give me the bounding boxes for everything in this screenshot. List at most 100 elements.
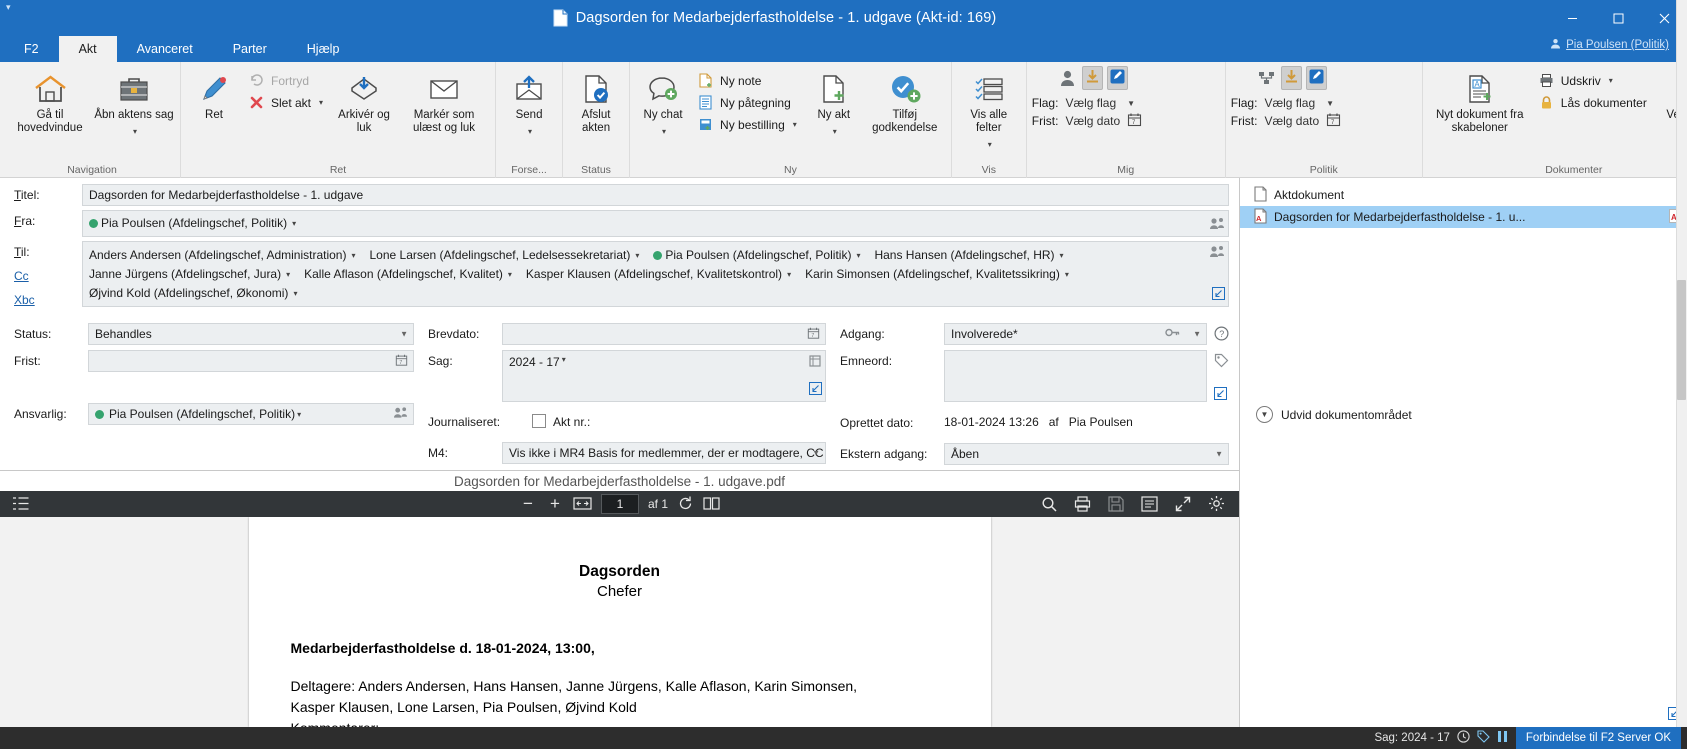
recipient-chip[interactable]: Kasper Klausen (Afdelingschef, Kvalitets… [526,265,791,284]
annotate-icon[interactable] [1141,496,1158,512]
chevron-down-icon[interactable]: ▾ [1060,246,1064,265]
calendar-icon[interactable]: 7 [395,354,408,369]
finish-record-button[interactable]: Afslut akten [568,66,624,142]
quick-access-toolbar-icon[interactable]: ▾ [6,2,11,13]
chevron-down-icon[interactable]: ▼ [1215,450,1223,459]
new-annotation-button[interactable]: Ny påtegning [693,92,804,113]
til-input[interactable]: Anders Andersen (Afdelingschef, Administ… [82,241,1229,307]
chevron-down-icon[interactable]: ▾ [286,265,290,284]
chevron-down-icon[interactable]: ▾ [528,125,532,138]
scrollbar-thumb[interactable] [1677,280,1686,400]
clock-icon[interactable] [1457,730,1470,746]
list-item[interactable]: A Dagsorden for Medarbejderfastholdelse … [1240,206,1687,228]
search-icon[interactable] [1041,496,1057,512]
case-picker-icon[interactable] [808,354,822,371]
chevron-down-icon[interactable]: ▼ [1193,330,1201,339]
minimize-button[interactable] [1549,0,1595,36]
mark-unread-and-close-button[interactable]: Markér som ulæst og luk [398,66,490,142]
sidebar-toggle-icon[interactable] [12,496,29,511]
chevron-down-icon[interactable]: ▾ [1609,76,1613,85]
printer-icon[interactable] [1074,496,1091,512]
zoom-out-button[interactable]: − [519,494,537,514]
new-chat-button[interactable]: Ny chat ▾ [635,66,691,142]
expand-document-area-button[interactable]: ▼ Udvid dokumentområdet [1240,398,1687,423]
recipient-chip[interactable]: Øjvind Kold (Afdelingschef, Økonomi) ▾ [89,284,297,303]
titel-input[interactable]: Dagsorden for Medarbejderfastholdelse - … [82,184,1229,206]
fra-input[interactable]: Pia Poulsen (Afdelingschef, Politik) ▾ [82,210,1229,237]
list-item[interactable]: Aktdokument [1240,184,1687,206]
vertical-scrollbar[interactable] [1676,0,1687,749]
brevdato-input[interactable]: 7 [502,323,826,345]
user-name[interactable]: Pia Poulsen (Politik) [1566,39,1669,51]
chevron-down-icon[interactable]: ▾ [297,410,301,419]
fit-page-icon[interactable] [573,496,592,511]
chevron-down-icon[interactable]: ▼ [400,330,408,339]
journaliseret-checkbox[interactable] [532,414,546,428]
tag-icon[interactable] [1477,730,1490,746]
chevron-down-icon[interactable]: ▾ [319,98,323,107]
new-order-button[interactable]: Ny bestilling ▾ [693,114,804,135]
contact-picker-icon[interactable] [1209,217,1225,231]
tab-f2[interactable]: F2 [4,36,59,62]
edit-square-icon[interactable] [1306,66,1327,90]
flag-download-icon[interactable] [1082,66,1103,90]
chevron-down-icon[interactable]: ▾ [292,214,296,233]
contact-picker-icon[interactable] [1209,245,1225,262]
cc-label[interactable]: Cc [14,259,82,283]
chevron-down-icon[interactable]: ▾ [787,265,791,284]
delete-record-button[interactable]: Slet akt ▾ [244,92,330,113]
recipient-chip[interactable]: Anders Andersen (Afdelingschef, Administ… [89,246,356,265]
lock-documents-button[interactable]: Lås dokumenter [1534,92,1654,113]
recipient-chip[interactable]: Hans Hansen (Afdelingschef, HR) ▾ [874,246,1063,265]
chevron-down-icon[interactable]: ▼ [1256,406,1273,423]
current-user-chip[interactable]: Pia Poulsen (Politik) [1550,38,1669,52]
edit-square-icon[interactable] [1107,66,1128,90]
frist-input[interactable]: 7 [88,350,414,372]
recipient-chip[interactable]: Kalle Aflason (Afdelingschef, Kvalitet) … [304,265,512,284]
chevron-down-icon[interactable]: ▾ [856,246,860,265]
tab-avanceret[interactable]: Avanceret [117,36,213,62]
new-record-button[interactable]: Ny akt ▾ [806,66,862,142]
tab-hjaelp[interactable]: Hjælp [287,36,360,62]
print-button[interactable]: Udskriv ▾ [1534,70,1654,91]
maximize-button[interactable] [1595,0,1641,36]
chevron-down-icon[interactable]: ▾ [793,120,797,129]
save-icon[interactable] [1108,496,1124,512]
rotate-icon[interactable] [677,495,694,512]
go-to-main-window-button[interactable]: Gå til hovedvindue [9,66,91,142]
sag-input[interactable]: 2024 - 17 ▾ [502,350,826,402]
chevron-down-icon[interactable]: ▾ [293,284,297,303]
chevron-down-icon[interactable]: ▾ [1065,265,1069,284]
ansvarlig-input[interactable]: Pia Poulsen (Afdelingschef, Politik) ▾ [88,403,414,425]
calendar-icon[interactable]: 7 [1326,112,1341,130]
chevron-down-icon[interactable]: ▾ [351,246,355,265]
archive-and-close-button[interactable]: Arkivér og luk [332,66,396,142]
edit-button[interactable]: Ret [186,66,242,142]
expand-field-icon[interactable] [1212,287,1225,303]
chevron-down-icon[interactable]: ▾ [133,125,137,138]
calendar-icon[interactable]: 7 [1127,112,1142,130]
page-number-input[interactable]: 1 [601,494,639,514]
chevron-down-icon[interactable]: ▼ [1127,99,1142,108]
adgang-select[interactable]: Involverede* ▼ [944,323,1207,345]
recipient-chip[interactable]: Karin Simonsen (Afdelingschef, Kvalitets… [805,265,1069,284]
page-layout-icon[interactable] [703,496,720,511]
chevron-down-icon[interactable]: ▼ [812,449,820,458]
calendar-icon[interactable]: 7 [807,327,820,342]
m4-select[interactable]: Vis ikke i MR4 Basis for medlemmer, der … [502,442,826,464]
new-note-button[interactable]: Ny note [693,70,804,91]
flag-download-icon[interactable] [1281,66,1302,90]
key-icon[interactable] [1165,326,1180,342]
open-case-button[interactable]: Åbn aktens sag ▾ [93,66,175,142]
status-select[interactable]: Behandles ▼ [88,323,414,345]
emneord-input[interactable] [944,350,1207,402]
undo-button[interactable]: Fortryd [244,70,330,91]
ekstern-adgang-select[interactable]: Åben ▼ [944,443,1229,465]
zoom-in-button[interactable]: + [546,494,564,514]
chevron-down-icon[interactable]: ▾ [562,355,566,364]
show-all-fields-button[interactable]: Vis alle felter ▾ [957,66,1021,152]
help-icon[interactable]: ? [1207,323,1229,344]
send-button[interactable]: Send ▾ [501,66,557,142]
settings-icon[interactable] [1208,495,1225,512]
recipient-chip[interactable]: Lone Larsen (Afdelingschef, Ledelsessekr… [370,246,640,265]
